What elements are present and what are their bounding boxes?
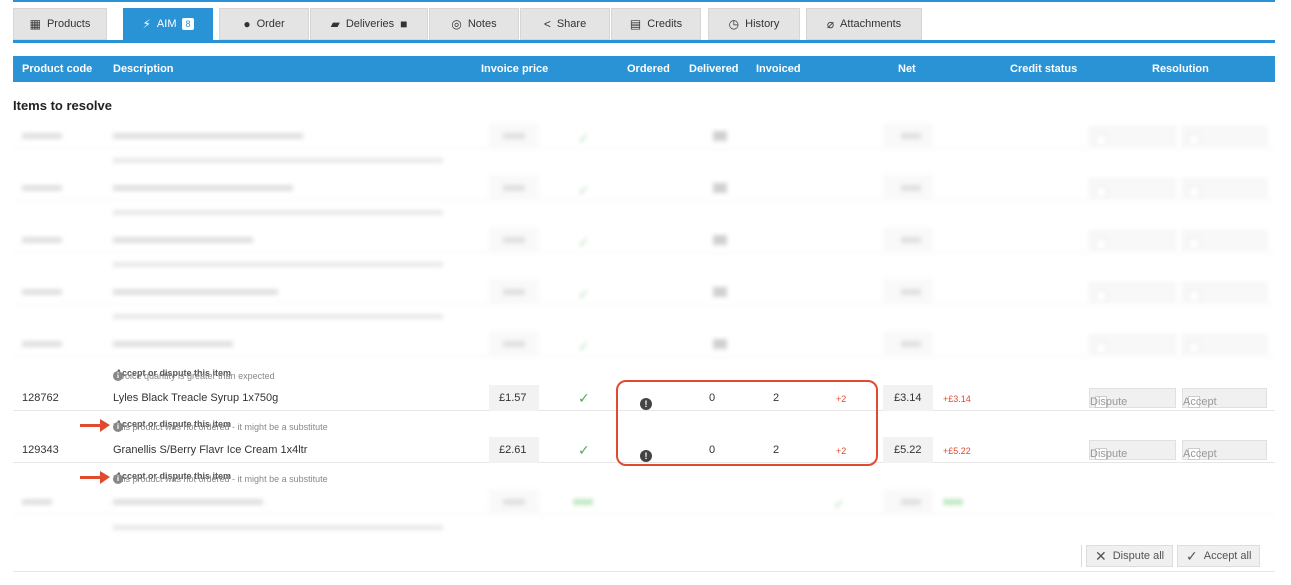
tab-notes[interactable]: ◎ Notes (429, 8, 519, 40)
truck-icon: ▰ (330, 17, 340, 31)
share-icon: < (543, 17, 551, 31)
net-value: £3.14 (894, 392, 922, 404)
accept-button[interactable]: Accept (1182, 440, 1267, 460)
table-row-blurred: ✓ (13, 175, 1275, 201)
divider (1081, 545, 1082, 567)
close-icon: ✕ (1095, 547, 1107, 564)
arrow-icon (80, 471, 110, 484)
table-row-blurred: ✓ (13, 331, 1275, 357)
tab-order[interactable]: ● Order (219, 8, 309, 40)
tab-share[interactable]: < Share (520, 8, 610, 40)
table-header: Product code Description Invoice price O… (13, 56, 1275, 82)
col-net[interactable]: Net (898, 63, 916, 75)
tab-aim[interactable]: ⚡ AIM 8 (123, 8, 213, 40)
col-ordered[interactable]: Ordered (627, 63, 670, 75)
tab-bar: ▦ Products ⚡ AIM 8 ● Order ▰ Deliveries … (13, 8, 1275, 40)
tab-credits[interactable]: ▤ Credits (611, 8, 701, 40)
top-accent-line (13, 0, 1275, 2)
check-icon: ✓ (578, 390, 590, 406)
notes-icon: ◎ (451, 17, 462, 31)
accept-all-button[interactable]: ✓ Accept all (1177, 545, 1261, 567)
dispute-button[interactable]: Dispute (1089, 440, 1176, 460)
invoice-price: £2.61 (499, 444, 527, 456)
note-row-blurred (13, 307, 1275, 325)
invoice-price: £1.57 (499, 392, 527, 404)
table-row-blurred: ✓ (13, 123, 1275, 149)
note-row-blurred (13, 255, 1275, 273)
col-resolution[interactable]: Resolution (1152, 63, 1209, 75)
col-description[interactable]: Description (113, 63, 174, 75)
checkmark-icon: ✓ (1186, 547, 1198, 564)
tab-bar-underline (13, 40, 1275, 43)
col-invoice-price[interactable]: Invoice price (481, 63, 548, 75)
credits-icon: ▤ (629, 17, 642, 31)
accept-button[interactable]: Accept (1182, 388, 1267, 408)
paperclip-icon: ⌀ (826, 17, 835, 31)
product-code: 129343 (22, 444, 59, 456)
col-delivered[interactable]: Delivered (689, 63, 739, 75)
clock-icon: ◷ (728, 17, 740, 31)
tab-products[interactable]: ▦ Products (13, 8, 107, 40)
dispute-all-button[interactable]: ✕ Dispute all (1086, 545, 1174, 567)
arrow-icon (80, 419, 110, 432)
table-row-blurred: ✓ (13, 279, 1275, 305)
product-description: Granellis S/Berry Flavr Ice Cream 1x4ltr (113, 444, 308, 456)
credit-value: +£5.22 (943, 446, 971, 456)
order-icon: ● (243, 17, 251, 31)
check-icon: ✓ (578, 442, 590, 458)
tab-deliveries[interactable]: ▰ Deliveries ■ (310, 8, 428, 40)
divider (13, 571, 1275, 572)
product-description: Lyles Black Treacle Syrup 1x750g (113, 392, 279, 404)
note-row-blurred (13, 151, 1275, 169)
section-title: Items to resolve (13, 98, 112, 113)
credit-value: +£3.14 (943, 394, 971, 404)
aim-count-badge: 8 (182, 18, 194, 30)
product-code: 128762 (22, 392, 59, 404)
bolt-icon: ⚡ (142, 17, 151, 31)
tab-history[interactable]: ◷ History (708, 8, 800, 40)
table-row-blurred: ✓ (13, 227, 1275, 253)
boxes-icon: ▦ (29, 17, 41, 31)
highlight-box (616, 380, 878, 466)
col-product-code[interactable]: Product code (22, 63, 92, 75)
col-invoiced[interactable]: Invoiced (756, 63, 801, 75)
table-row-blurred: ✓ (13, 489, 1275, 515)
note-row-blurred (13, 518, 1275, 536)
lock-icon: ■ (400, 17, 408, 31)
col-credit-status[interactable]: Credit status (1010, 63, 1077, 75)
tab-attachments[interactable]: ⌀ Attachments (806, 8, 922, 40)
note-row-blurred (13, 203, 1275, 221)
note-row: i This product was not ordered - it might… (113, 471, 328, 484)
dispute-button[interactable]: Dispute (1089, 388, 1176, 408)
net-value: £5.22 (894, 444, 922, 456)
